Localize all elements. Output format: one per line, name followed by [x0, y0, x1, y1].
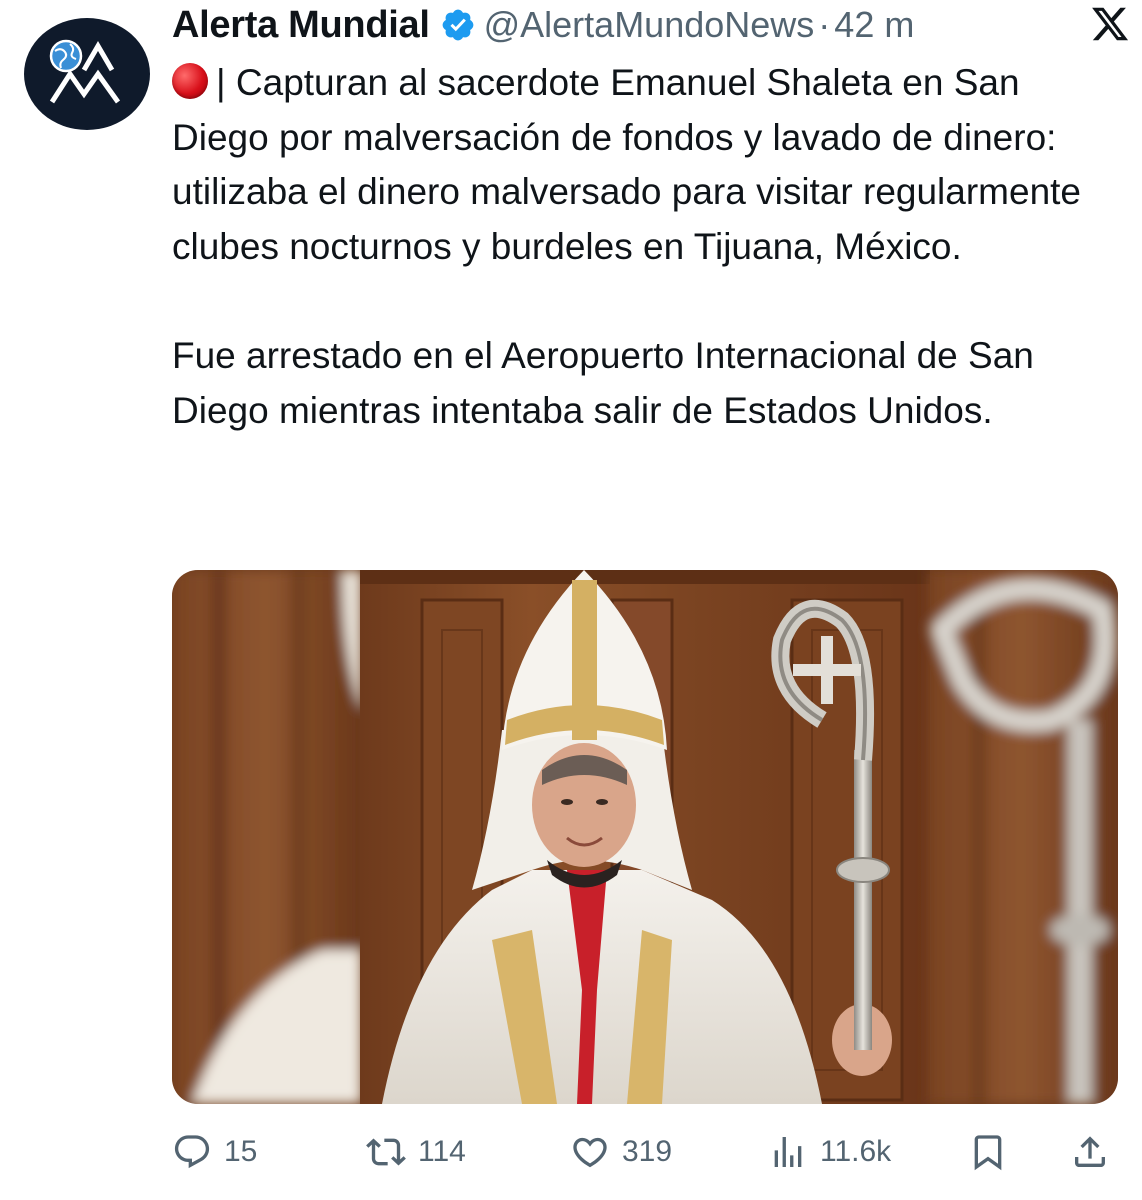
tweet-header: Alerta Mundial @AlertaMundoNews · 42 m	[172, 0, 1122, 50]
display-name[interactable]: Alerta Mundial	[172, 4, 430, 47]
share-icon	[1075, 1136, 1105, 1167]
tweet-media-photo[interactable]	[172, 570, 1118, 1104]
x-logo-icon	[1092, 7, 1129, 41]
reply-icon	[174, 1135, 210, 1169]
tweet-paragraph-1-text: | Capturan al sacerdote Emanuel Shaleta …	[172, 62, 1082, 267]
views-count: 11.6k	[820, 1135, 892, 1168]
reply-count: 15	[224, 1135, 258, 1168]
heart-icon	[573, 1137, 607, 1168]
reply-button[interactable]: 15	[172, 1122, 257, 1182]
repost-button[interactable]: 114	[366, 1122, 466, 1182]
tweet-action-bar: 15 114 319 11.6k	[172, 1122, 1122, 1182]
account-handle[interactable]: @AlertaMundoNews	[484, 4, 815, 46]
red-circle-icon	[172, 63, 208, 99]
repost-icon	[366, 1138, 406, 1166]
like-count: 319	[622, 1135, 673, 1168]
tweet-paragraph-1: | Capturan al sacerdote Emanuel Shaleta …	[172, 56, 1122, 274]
photo-image	[172, 570, 1118, 1104]
tweet-paragraph-2: Fue arrestado en el Aeropuerto Internaci…	[172, 335, 1034, 431]
globe-mountain-logo-icon	[49, 39, 121, 104]
views-button[interactable]: 11.6k	[768, 1122, 891, 1182]
timestamp[interactable]: 42 m	[834, 4, 914, 46]
separator-dot: ·	[818, 4, 831, 45]
bookmark-button[interactable]	[968, 1122, 1008, 1182]
bookmark-icon	[974, 1135, 1002, 1171]
like-button[interactable]: 319	[570, 1122, 672, 1182]
avatar[interactable]	[24, 18, 150, 130]
views-chart-icon	[774, 1137, 802, 1167]
repost-count: 114	[418, 1135, 466, 1168]
tweet-body: | Capturan al sacerdote Emanuel Shaleta …	[172, 56, 1122, 438]
share-button[interactable]	[1070, 1122, 1110, 1182]
verified-badge-icon	[442, 9, 473, 41]
